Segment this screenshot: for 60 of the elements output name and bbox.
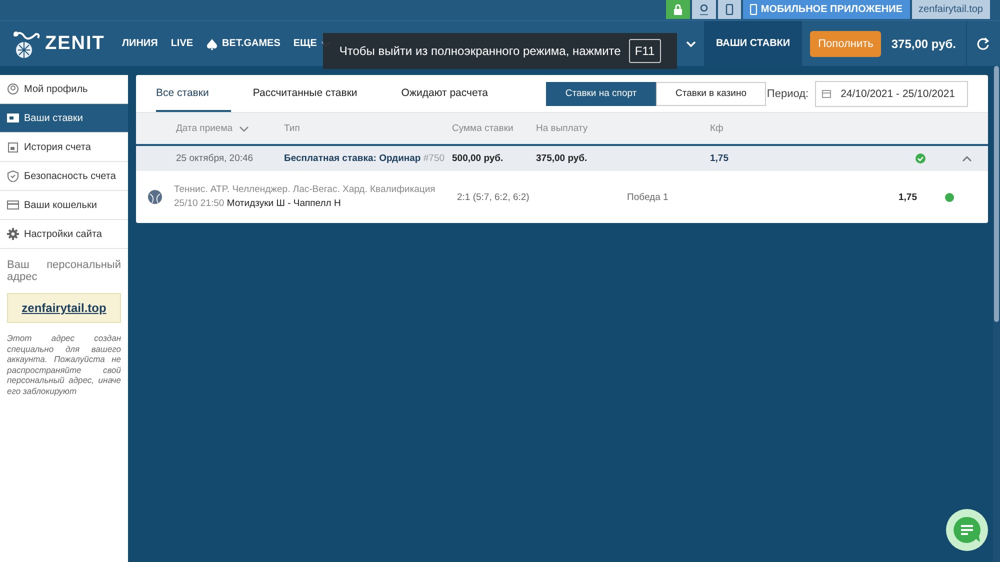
bet-row[interactable]: 25 октября, 20:46 Бесплатная ставка: Ординар #750 500,00 руб. 375,00 руб. 1,75 <box>136 144 988 171</box>
sidebar-item[interactable]: Настройки сайта <box>0 220 128 249</box>
address-note: Этот адрес создан специально для вашего аккаунта. Пожалуйста не распространяйте свой персональный адрес, иначе его заблокируют <box>6 332 122 396</box>
site-address-button[interactable]: zenfairytail.top <box>912 0 990 19</box>
sort-caret-icon <box>238 126 249 132</box>
sidebar-item[interactable]: Безопасность счета <box>0 162 128 191</box>
column-header: На выплату <box>536 123 588 134</box>
nav-link[interactable]: LIVE <box>170 38 194 50</box>
nav-link[interactable]: BET.GAMES <box>206 38 280 50</box>
table-cell: Победа 1 <box>627 192 668 202</box>
sidebar-item[interactable]: История счета <box>0 133 128 162</box>
ticket-icon <box>7 112 19 124</box>
table-cell: 1,75 <box>710 153 728 164</box>
settings-icon <box>7 228 19 240</box>
logo-text: ZENIT <box>45 32 105 54</box>
shield-icon <box>7 170 19 182</box>
column-header: Кф <box>710 123 724 134</box>
nav-link[interactable]: ЛИНИЯ <box>122 38 158 50</box>
lock-icon <box>672 4 683 15</box>
tab[interactable]: Рассчитанные ставки <box>252 75 380 112</box>
table-cell: 1,75 <box>898 192 917 202</box>
phone-button[interactable] <box>718 0 741 19</box>
table-cell: 2:1 (5:7, 6:2, 6:2) <box>457 192 530 202</box>
event-name: 25/10 21:50 Мотидзуки Ш - Чаппелл Н <box>174 197 342 211</box>
column-header: Сумма ставки <box>452 123 514 134</box>
phone-icon <box>750 4 757 15</box>
sidebar-item[interactable]: Ваши кошельки <box>0 191 128 220</box>
table-cell: 25 октября, 20:46 <box>176 153 254 164</box>
spade-icon <box>206 38 218 50</box>
date-range-field[interactable]: 24/10/2021 - 25/10/2021 <box>814 80 968 106</box>
scrollbar[interactable] <box>993 66 1000 562</box>
my-bets-tab[interactable]: ВАШИ СТАВКИ <box>704 21 802 66</box>
sidebar-item[interactable]: Ваши ставки <box>0 104 128 133</box>
personal-address-link[interactable]: zenfairytail.top <box>7 293 121 323</box>
user-icon <box>7 83 19 95</box>
address-title: Ваш персональный адрес <box>6 258 122 283</box>
segment-button[interactable]: Ставки в казино <box>656 82 766 106</box>
chat-icon <box>952 515 982 545</box>
calendar-icon <box>822 89 831 98</box>
key-hint: F11 <box>628 39 661 63</box>
segment-button[interactable]: Ставки на спорт <box>546 82 656 106</box>
user-button[interactable] <box>692 0 716 19</box>
calendar-icon <box>7 141 19 153</box>
table-cell: 375,00 руб. <box>536 153 588 164</box>
caret-icon <box>686 40 696 48</box>
tennis-ball-icon <box>148 190 162 204</box>
user-icon <box>698 4 709 15</box>
table-cell: 500,00 руб. <box>452 153 504 164</box>
event-league: Теннис. ATP. Челленджер. Лас-Вегас. Хард. Квалификация <box>174 183 436 197</box>
notice-text: Чтобы выйти из полноэкранного режима, нажмите <box>339 44 621 58</box>
balance-text: 375,00 руб. <box>891 36 956 50</box>
phone-icon <box>724 4 734 15</box>
tab[interactable]: Ожидают расчета <box>401 75 510 112</box>
column-header: Тип <box>284 123 300 134</box>
refresh-icon <box>977 37 990 50</box>
table-cell: Бесплатная ставка: Ординар #750 <box>284 153 445 164</box>
period-label: Период: <box>766 88 809 100</box>
chat-button[interactable] <box>946 509 988 551</box>
card-icon <box>7 199 19 211</box>
lock-button[interactable] <box>666 0 690 19</box>
